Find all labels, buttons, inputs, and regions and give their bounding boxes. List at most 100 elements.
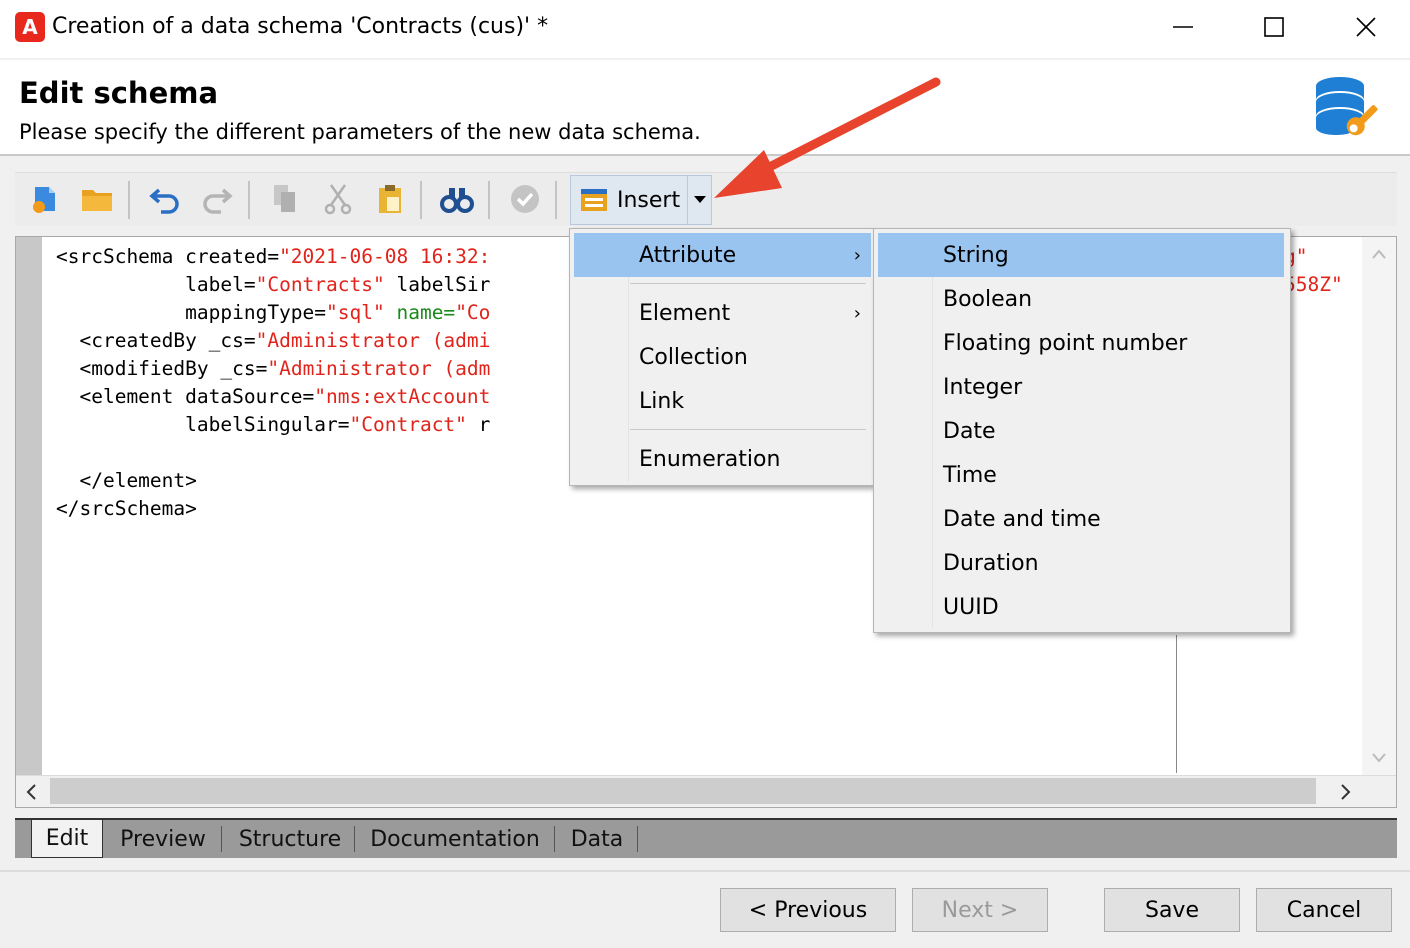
code-fragment-right: g" 558Z"	[1284, 243, 1343, 299]
toolbar-separator	[128, 181, 130, 219]
caret-down-icon	[693, 196, 706, 203]
chevron-right-icon: ›	[853, 244, 861, 266]
validate-icon	[511, 185, 539, 213]
menu-item-element[interactable]: Element ›	[574, 291, 871, 335]
page-description: Please specify the different parameters …	[19, 120, 701, 144]
tab-documentation[interactable]: Documentation	[359, 820, 551, 858]
menu-item-link[interactable]: Link	[574, 379, 871, 423]
tab-edit[interactable]: Edit	[31, 820, 103, 858]
code-token: "Administrator (admi	[255, 329, 491, 352]
paste-button[interactable]	[370, 179, 410, 219]
scroll-left-icon[interactable]	[26, 784, 36, 800]
submenu-item-date[interactable]: Date	[878, 409, 1284, 453]
tab-separator	[354, 826, 355, 852]
code-token: "nms:extAccount	[314, 385, 491, 408]
menu-item-label: UUID	[943, 594, 999, 620]
code-token: created=	[185, 245, 280, 268]
tab-separator	[221, 826, 222, 852]
scroll-down-icon[interactable]	[1372, 753, 1386, 763]
tab-preview[interactable]: Preview	[107, 820, 219, 858]
undo-icon	[149, 188, 179, 214]
submenu-item-string[interactable]: String	[878, 233, 1284, 277]
vertical-scrollbar[interactable]	[1362, 237, 1396, 777]
submenu-item-datetime[interactable]: Date and time	[878, 497, 1284, 541]
scroll-right-icon[interactable]	[1341, 784, 1351, 800]
redo-button[interactable]	[197, 179, 237, 219]
code-token: "Contract"	[349, 413, 467, 436]
insert-dropdown-toggle[interactable]	[687, 176, 711, 224]
save-button[interactable]: Save	[1104, 888, 1240, 932]
minimize-button[interactable]	[1160, 6, 1206, 48]
database-wrench-icon	[1316, 77, 1378, 136]
cut-icon	[324, 184, 352, 215]
undo-button[interactable]	[145, 179, 185, 219]
close-icon	[1356, 17, 1376, 37]
menu-item-label: Date and time	[943, 506, 1101, 532]
code-token: _cs=	[208, 329, 256, 352]
submenu-item-integer[interactable]: Integer	[878, 365, 1284, 409]
menu-item-label: Boolean	[943, 286, 1033, 312]
code-token: <createdBy	[56, 329, 209, 352]
horizontal-scroll-thumb[interactable]	[50, 778, 1316, 804]
code-token: labelSir	[384, 273, 491, 296]
insert-label: Insert	[617, 187, 681, 213]
code-token: labelSingular=	[185, 413, 350, 436]
cancel-button[interactable]: Cancel	[1256, 888, 1392, 932]
find-icon	[440, 188, 474, 213]
menu-separator	[630, 429, 866, 430]
tab-separator	[637, 826, 638, 852]
code-token: </srcSchema>	[56, 497, 197, 520]
horizontal-scrollbar[interactable]	[16, 775, 1396, 807]
submenu-item-duration[interactable]: Duration	[878, 541, 1284, 585]
menu-item-label: Attribute	[639, 242, 737, 268]
menu-item-label: Enumeration	[639, 446, 781, 472]
scroll-up-icon[interactable]	[1372, 249, 1386, 259]
code-token: <srcSchema	[56, 245, 186, 268]
menu-item-label: Duration	[943, 550, 1039, 576]
code-token: mappingType=	[185, 301, 327, 324]
submenu-item-boolean[interactable]: Boolean	[878, 277, 1284, 321]
new-button[interactable]	[25, 179, 65, 219]
menu-item-enumeration[interactable]: Enumeration	[574, 437, 871, 481]
chevron-right-icon: ›	[853, 302, 861, 324]
minimize-icon	[1173, 26, 1193, 28]
window-title: Creation of a data schema 'Contracts (cu…	[52, 14, 549, 39]
insert-menu: Attribute › Element › Collection Link En…	[569, 228, 874, 486]
copy-button[interactable]	[265, 179, 305, 219]
code-line: <createdBy _cs="Administrator (admi	[56, 327, 490, 355]
menu-item-attribute[interactable]: Attribute ›	[574, 233, 871, 277]
open-button[interactable]	[77, 179, 117, 219]
code-token: "sql"	[326, 301, 385, 324]
maximize-icon	[1264, 17, 1284, 37]
editor-toolbar: Insert	[15, 172, 1397, 226]
editor-gutter	[16, 237, 42, 777]
code-token: "Administrator (adm	[267, 357, 491, 380]
tab-structure[interactable]: Structure	[225, 820, 355, 858]
code-token: r	[466, 413, 491, 436]
menu-item-collection[interactable]: Collection	[574, 335, 871, 379]
previous-button[interactable]: < Previous	[720, 888, 896, 932]
submenu-item-float[interactable]: Floating point number	[878, 321, 1284, 365]
toolbar-separator	[248, 181, 250, 219]
toolbar-separator	[420, 181, 422, 219]
tab-data[interactable]: Data	[559, 820, 635, 858]
submenu-item-uuid[interactable]: UUID	[878, 585, 1284, 629]
page-title: Edit schema	[19, 76, 219, 110]
wizard-header: Edit schema Please specify the different…	[0, 60, 1410, 156]
toolbar-separator	[488, 181, 490, 219]
next-button[interactable]: Next >	[912, 888, 1048, 932]
code-token: name=	[384, 301, 456, 324]
validate-button[interactable]	[505, 179, 545, 219]
cut-button[interactable]	[318, 179, 358, 219]
submenu-item-time[interactable]: Time	[878, 453, 1284, 497]
find-button[interactable]	[437, 179, 477, 219]
close-button[interactable]	[1343, 6, 1389, 48]
code-area[interactable]: <srcSchema created="2021-06-08 16:32: la…	[56, 243, 490, 523]
insert-button[interactable]: Insert	[570, 175, 712, 225]
maximize-button[interactable]	[1251, 6, 1297, 48]
code-line: <modifiedBy _cs="Administrator (adm	[56, 355, 490, 383]
code-token: <element	[56, 385, 186, 408]
